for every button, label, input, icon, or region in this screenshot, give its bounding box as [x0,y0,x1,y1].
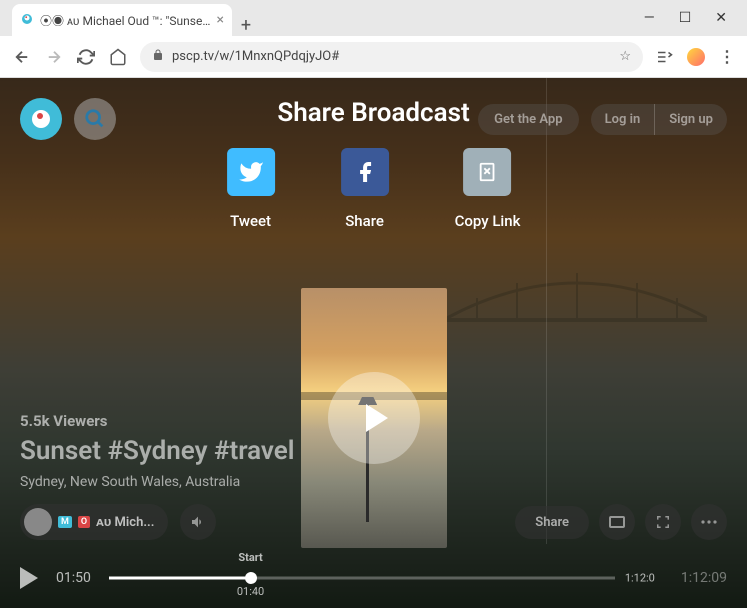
login-button[interactable]: Log in [591,104,655,135]
facebook-icon [341,148,389,196]
video-preview[interactable] [301,288,447,548]
sidebar-divider [546,78,547,544]
browser-toolbar: pscp.tv/w/1MnxnQPdqjyJO# ☆ ⋮ [0,36,747,78]
start-label: Start [238,551,262,564]
tweet-label: Tweet [230,212,271,230]
search-button[interactable] [74,98,116,140]
reload-button[interactable] [76,47,96,67]
player-bar: 01:50 Start 01:40 1:12:0 1:12:09 [0,548,747,608]
stream-location: Sydney, New South Wales, Australia [20,474,295,490]
window-controls: — ☐ ✕ [644,10,747,36]
home-button[interactable] [108,47,128,67]
broadcaster-chip[interactable]: M O ᴀᴜ Mich... [20,504,168,540]
lock-icon [152,49,164,65]
browser-chrome: ⦿◉ ᴀᴜ Michael Oud ™: "Sunset # × + — ☐ ✕… [0,0,747,78]
browser-menu-icon[interactable]: ⋮ [719,47,735,66]
auth-buttons: Log in Sign up [591,104,727,135]
forward-button[interactable] [44,47,64,67]
twitter-icon [227,148,275,196]
theater-mode-button[interactable] [599,504,635,540]
facebook-label: Share [345,212,384,230]
page-content: Get the App Log in Sign up Share Broadca… [0,78,747,608]
copylink-label: Copy Link [455,212,521,230]
back-button[interactable] [12,47,32,67]
more-button[interactable] [691,504,727,540]
link-icon [463,148,511,196]
periscope-favicon [20,12,36,28]
media-extension-icon[interactable] [655,48,673,66]
maximize-button[interactable]: ☐ [679,10,692,26]
total-time: 1:12:09 [681,570,727,586]
timeline[interactable]: Start 01:40 1:12:0 [109,563,615,593]
timeline-knob[interactable] [245,572,257,584]
share-modal-title: Share Broadcast [227,98,521,128]
player-play-button[interactable] [20,567,38,589]
url-bar[interactable]: pscp.tv/w/1MnxnQPdqjyJO# ☆ [140,42,643,72]
minimize-button[interactable]: — [644,10,655,26]
share-modal: Share Broadcast Tweet Share Copy Link [227,98,521,230]
tab-title: ⦿◉ ᴀᴜ Michael Oud ™: "Sunset # [40,12,213,29]
avatar [24,508,52,536]
new-tab-button[interactable]: + [232,15,260,36]
viewer-count: 5.5k Viewers [20,412,295,430]
start-time: 01:40 [237,585,264,598]
bookmark-star-icon[interactable]: ☆ [619,49,631,64]
tab-close-icon[interactable]: × [217,12,224,28]
badge-m: M [58,516,72,528]
url-text: pscp.tv/w/1MnxnQPdqjyJO# [172,49,611,64]
share-copylink-option[interactable]: Copy Link [455,148,521,230]
close-window-button[interactable]: ✕ [715,10,727,26]
play-button[interactable] [328,372,420,464]
browser-tab[interactable]: ⦿◉ ᴀᴜ Michael Oud ™: "Sunset # × [12,4,232,36]
audio-button[interactable] [180,504,216,540]
periscope-logo[interactable] [20,98,62,140]
stream-title: Sunset #Sydney #travel [20,436,295,466]
share-button[interactable]: Share [515,506,589,539]
broadcaster-name: ᴀᴜ Mich... [96,514,154,530]
titlebar: ⦿◉ ᴀᴜ Michael Oud ™: "Sunset # × + — ☐ ✕ [0,0,747,36]
fullscreen-button[interactable] [645,504,681,540]
extension-icon[interactable] [687,48,705,66]
signup-button[interactable]: Sign up [655,104,727,135]
share-facebook-option[interactable]: Share [341,148,389,230]
share-tweet-option[interactable]: Tweet [227,148,275,230]
current-time: 01:50 [56,570,91,586]
action-row: Share [515,504,727,540]
stream-info: 5.5k Viewers Sunset #Sydney #travel Sydn… [20,412,295,540]
badge-o: O [78,516,90,528]
end-marker: 1:12:0 [625,572,655,585]
play-icon [366,404,388,432]
